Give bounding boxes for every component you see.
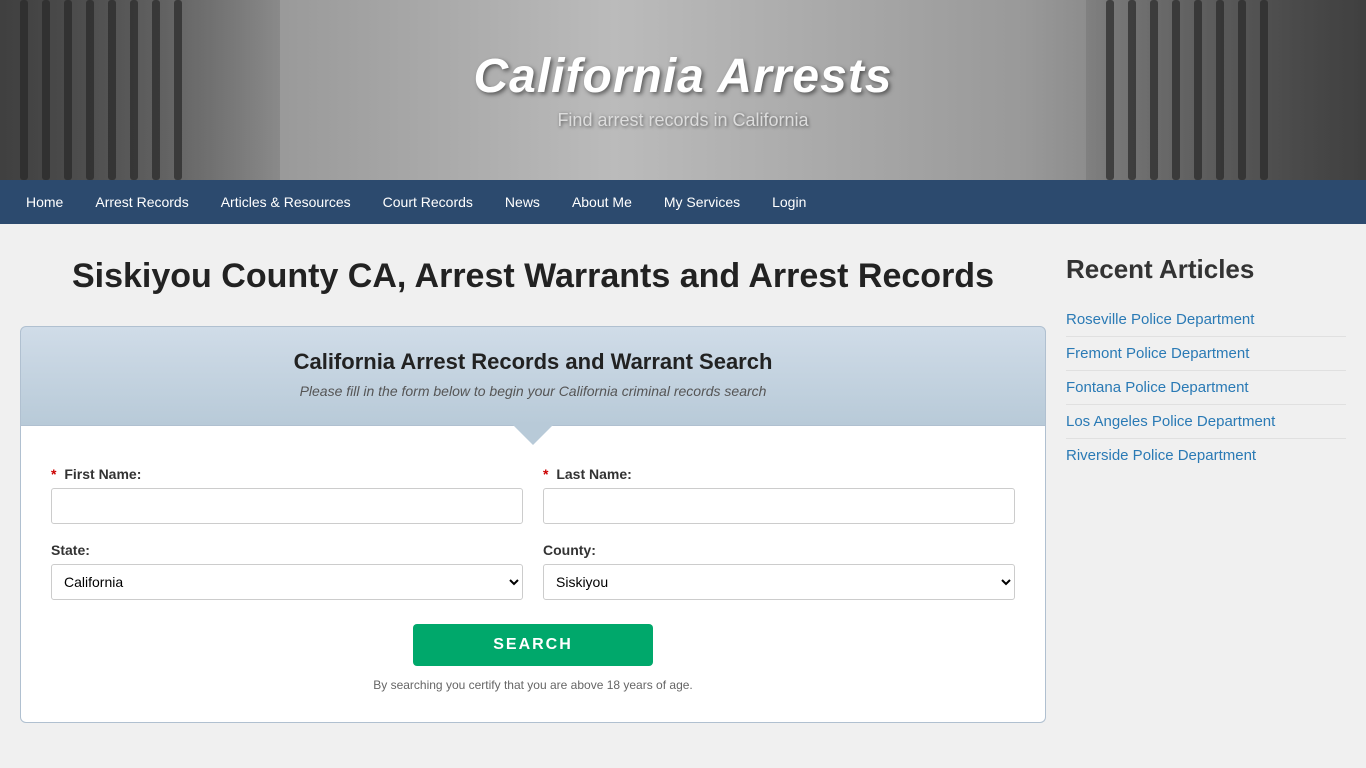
first-name-group: * First Name: xyxy=(51,466,523,524)
header-text-block: California Arrests Find arrest records i… xyxy=(473,49,892,131)
jail-bars-left xyxy=(0,0,280,180)
name-row: * First Name: * Last Name: xyxy=(51,466,1015,524)
last-name-required-star: * xyxy=(543,466,548,482)
site-title: California Arrests xyxy=(473,49,892,104)
main-nav: Home Arrest Records Articles & Resources… xyxy=(0,180,1366,224)
nav-about-me[interactable]: About Me xyxy=(556,180,648,224)
state-select[interactable]: California xyxy=(51,564,523,600)
riverside-pd-link[interactable]: Riverside Police Department xyxy=(1066,439,1346,472)
roseville-pd-link[interactable]: Roseville Police Department xyxy=(1066,303,1346,337)
last-name-group: * Last Name: xyxy=(543,466,1015,524)
fontana-pd-link[interactable]: Fontana Police Department xyxy=(1066,371,1346,405)
search-box-title: California Arrest Records and Warrant Se… xyxy=(51,349,1015,375)
search-box-subtitle: Please fill in the form below to begin y… xyxy=(51,383,1015,399)
first-name-label: * First Name: xyxy=(51,466,523,482)
sidebar: Recent Articles Roseville Police Departm… xyxy=(1066,254,1346,472)
site-subtitle: Find arrest records in California xyxy=(473,110,892,131)
nav-news[interactable]: News xyxy=(489,180,556,224)
state-county-row: State: California County: Siskiyou xyxy=(51,542,1015,600)
content-area: Siskiyou County CA, Arrest Warrants and … xyxy=(20,254,1046,723)
site-header: California Arrests Find arrest records i… xyxy=(0,0,1366,180)
county-label: County: xyxy=(543,542,1015,558)
search-form-area: * First Name: * Last Name: State: xyxy=(20,426,1046,723)
first-name-input[interactable] xyxy=(51,488,523,524)
nav-court-records[interactable]: Court Records xyxy=(367,180,489,224)
search-button[interactable]: SEARCH xyxy=(413,624,653,666)
lapd-link[interactable]: Los Angeles Police Department xyxy=(1066,405,1346,439)
nav-home[interactable]: Home xyxy=(10,180,79,224)
state-label: State: xyxy=(51,542,523,558)
search-btn-row: SEARCH xyxy=(51,624,1015,666)
last-name-input[interactable] xyxy=(543,488,1015,524)
nav-my-services[interactable]: My Services xyxy=(648,180,756,224)
nav-login[interactable]: Login xyxy=(756,180,822,224)
first-name-required-star: * xyxy=(51,466,56,482)
last-name-label: * Last Name: xyxy=(543,466,1015,482)
form-disclaimer: By searching you certify that you are ab… xyxy=(51,678,1015,692)
fremont-pd-link[interactable]: Fremont Police Department xyxy=(1066,337,1346,371)
state-group: State: California xyxy=(51,542,523,600)
search-box-header: California Arrest Records and Warrant Se… xyxy=(20,326,1046,426)
nav-articles-resources[interactable]: Articles & Resources xyxy=(205,180,367,224)
main-layout: Siskiyou County CA, Arrest Warrants and … xyxy=(0,224,1366,753)
county-group: County: Siskiyou xyxy=(543,542,1015,600)
nav-arrest-records[interactable]: Arrest Records xyxy=(79,180,204,224)
county-select[interactable]: Siskiyou xyxy=(543,564,1015,600)
page-title: Siskiyou County CA, Arrest Warrants and … xyxy=(20,254,1046,298)
sidebar-title: Recent Articles xyxy=(1066,254,1346,285)
jail-bars-right xyxy=(1086,0,1366,180)
